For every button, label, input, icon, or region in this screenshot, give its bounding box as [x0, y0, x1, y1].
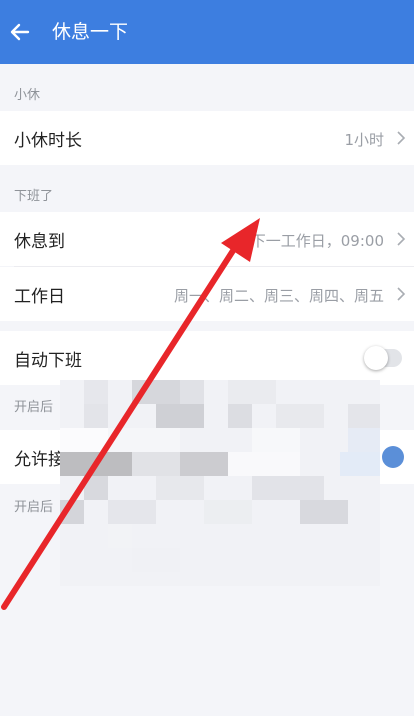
workdays-value: 周一、周二、周三、周四、周五 [173, 287, 384, 305]
toggle-knob [364, 346, 388, 370]
workdays-label: 工作日 [14, 287, 65, 307]
section-label-rest: 小休 [14, 88, 41, 103]
rest-duration-label: 小休时长 [14, 131, 82, 151]
chevron-right-icon [397, 131, 406, 145]
mosaic-blocks [60, 380, 380, 586]
rest-until-label: 休息到 [14, 232, 65, 252]
app-bar: 休息一下 [0, 0, 414, 64]
allow-label: 允许接 [14, 450, 65, 470]
chevron-right-icon [397, 232, 406, 246]
allow-toggle[interactable] [382, 446, 404, 468]
rest-until-row[interactable]: 休息到 下一工作日，09:00 [0, 212, 414, 266]
pixelated-redaction [60, 380, 380, 586]
back-arrow-icon[interactable] [8, 20, 32, 44]
auto-offwork-hint: 开启后 [14, 400, 54, 415]
page-title: 休息一下 [52, 21, 129, 43]
rest-until-value: 下一工作日，09:00 [250, 232, 384, 250]
auto-offwork-label: 自动下班 [14, 351, 82, 371]
auto-offwork-toggle[interactable] [364, 346, 402, 370]
chevron-right-icon [397, 287, 406, 301]
rest-duration-value: 1小时 [344, 131, 384, 149]
rest-duration-row[interactable]: 小休时长 1小时 [0, 111, 414, 165]
auto-offwork-row: 自动下班 [0, 331, 414, 385]
workdays-row[interactable]: 工作日 周一、周二、周三、周四、周五 [0, 267, 414, 321]
allow-hint: 开启后 [14, 500, 54, 515]
section-label-offwork: 下班了 [14, 189, 54, 204]
